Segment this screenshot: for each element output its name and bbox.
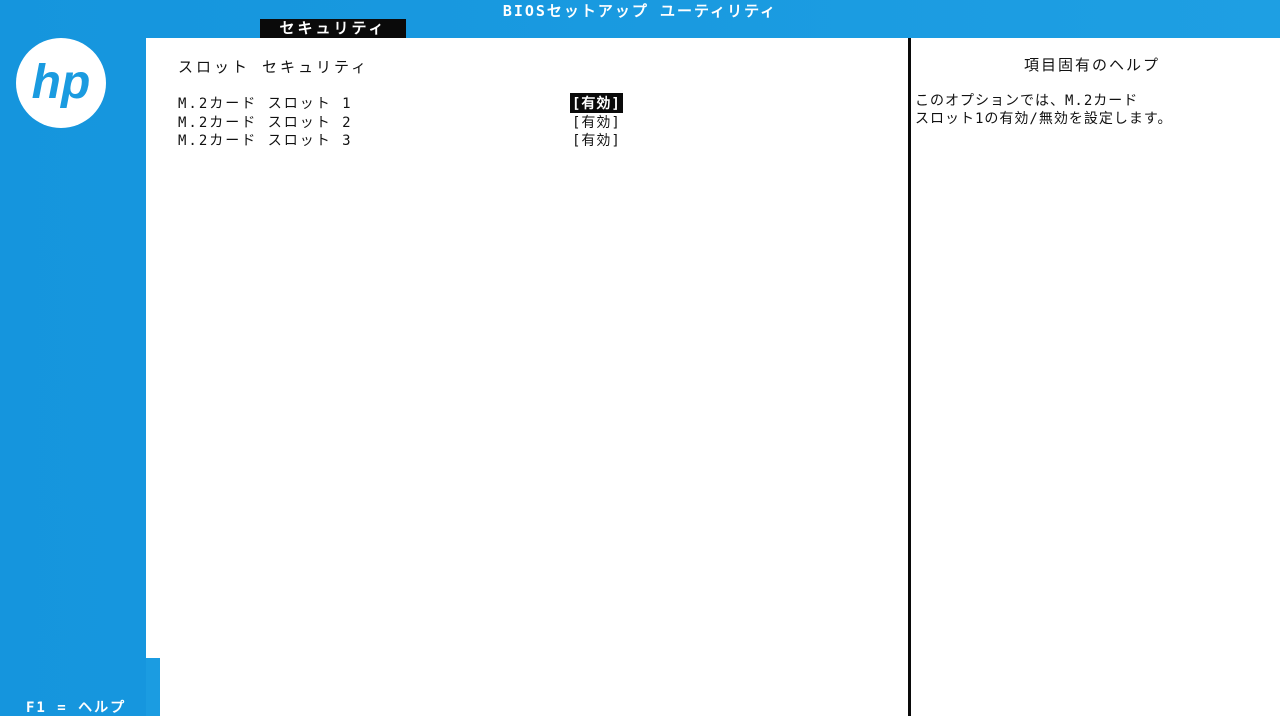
tab-security[interactable]: セキュリティ	[260, 19, 406, 38]
setting-row-m2-slot-3[interactable]: M.2カード スロット 3 [有効]	[178, 130, 638, 150]
setting-label: M.2カード スロット 2	[178, 115, 353, 131]
section-title: スロット セキュリティ	[178, 58, 370, 76]
setting-value[interactable]: [有効]	[570, 130, 623, 150]
setting-row-m2-slot-2[interactable]: M.2カード スロット 2 [有効]	[178, 112, 638, 132]
setting-value[interactable]: [有効]	[570, 112, 623, 132]
bios-screen: BIOSセットアップ ユーティリティ セキュリティ hp スロット セキュリティ…	[0, 0, 1280, 716]
setting-label: M.2カード スロット 1	[178, 96, 353, 112]
setting-value[interactable]: [有効]	[570, 93, 623, 113]
window-title: BIOSセットアップ ユーティリティ	[502, 2, 778, 20]
help-text: このオプションでは、M.2カード スロット1の有効/無効を設定します。	[915, 92, 1270, 128]
help-panel: 項目固有のヘルプ このオプションでは、M.2カード スロット1の有効/無効を設定…	[911, 38, 1280, 716]
setting-label: M.2カード スロット 3	[178, 133, 353, 149]
setting-row-m2-slot-1[interactable]: M.2カード スロット 1 [有効]	[178, 93, 638, 113]
help-line: このオプションでは、M.2カード	[915, 93, 1139, 109]
hp-logo-text: hp	[32, 56, 91, 109]
help-line: スロット1の有効/無効を設定します。	[915, 111, 1173, 127]
help-title: 項目固有のヘルプ	[1023, 56, 1160, 74]
main-panel: スロット セキュリティ M.2カード スロット 1 [有効] M.2カード スロ…	[146, 38, 908, 716]
hp-logo: hp	[16, 38, 106, 128]
f1-help-hint: F1 = ヘルプ	[26, 700, 127, 716]
